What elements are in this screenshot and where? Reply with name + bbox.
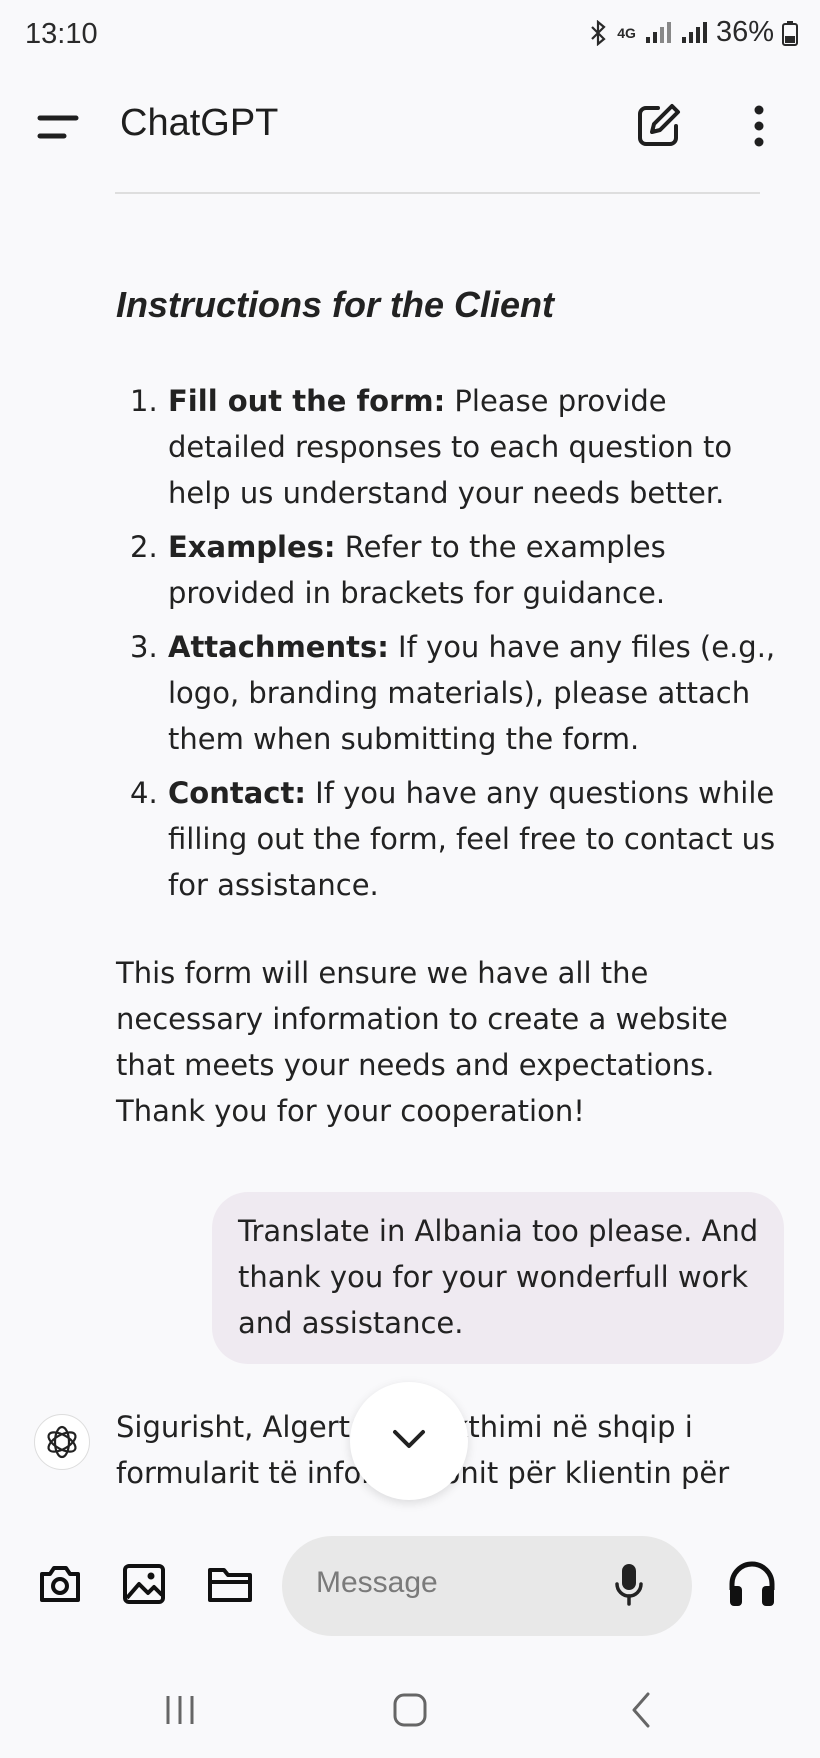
list-item-label: Examples: xyxy=(168,530,336,564)
scroll-to-bottom-button[interactable] xyxy=(350,1382,468,1500)
headphones-icon[interactable] xyxy=(724,1556,780,1612)
app-bar: ChatGPT xyxy=(0,80,820,170)
recent-apps-icon[interactable] xyxy=(160,1690,200,1730)
list-text: Examples: Refer to the examples provided… xyxy=(168,524,788,616)
list-number: 3. xyxy=(130,630,158,664)
user-message-text: Translate in Albania too please. And tha… xyxy=(238,1214,759,1340)
status-icons: 4G 36% xyxy=(587,16,798,49)
more-vertical-icon[interactable] xyxy=(744,100,774,152)
closing-paragraph: This form will ensure we have all the ne… xyxy=(116,956,728,1128)
system-navigation-bar xyxy=(0,1660,820,1758)
list-item-label: Fill out the form: xyxy=(168,384,446,418)
battery-percent: 36% xyxy=(715,16,774,48)
user-message-bubble[interactable]: Translate in Albania too please. And tha… xyxy=(212,1192,784,1364)
home-icon[interactable] xyxy=(390,1690,430,1730)
composer: Message xyxy=(0,1520,820,1650)
message-input[interactable]: Message xyxy=(282,1536,692,1636)
signal-icon xyxy=(644,21,672,45)
list-text: Contact: If you have any questions while… xyxy=(168,770,788,908)
image-icon[interactable] xyxy=(118,1558,170,1610)
chatgpt-logo-icon xyxy=(34,1414,90,1470)
message-placeholder: Message xyxy=(316,1566,438,1599)
conversation: Instructions for the Client 1. Fill out … xyxy=(0,200,820,1518)
list-number: 2. xyxy=(130,530,158,564)
menu-icon[interactable] xyxy=(30,102,90,152)
list-text: Attachments: If you have any files (e.g.… xyxy=(168,624,788,762)
divider xyxy=(115,192,760,194)
app-title: ChatGPT xyxy=(120,102,279,144)
signal-roaming-icon xyxy=(680,21,708,45)
network-type-icon: 4G xyxy=(617,24,636,41)
chevron-down-icon xyxy=(389,1426,429,1456)
list-number: 1. xyxy=(130,384,158,418)
list-item-label: Attachments: xyxy=(168,630,389,664)
list-number: 4. xyxy=(130,776,158,810)
back-icon[interactable] xyxy=(622,1690,662,1730)
edit-icon[interactable] xyxy=(632,100,684,152)
status-time: 13:10 xyxy=(25,18,98,50)
microphone-icon[interactable] xyxy=(612,1558,646,1612)
folder-icon[interactable] xyxy=(204,1558,256,1610)
section-heading: Instructions for the Client xyxy=(116,284,555,325)
list-item-label: Contact: xyxy=(168,776,306,810)
camera-icon[interactable] xyxy=(34,1558,86,1610)
status-bar: 13:10 4G 36% xyxy=(0,0,820,74)
list-text: Fill out the form: Please provide detail… xyxy=(168,378,788,516)
battery-icon xyxy=(782,20,798,46)
bluetooth-icon xyxy=(587,19,609,46)
